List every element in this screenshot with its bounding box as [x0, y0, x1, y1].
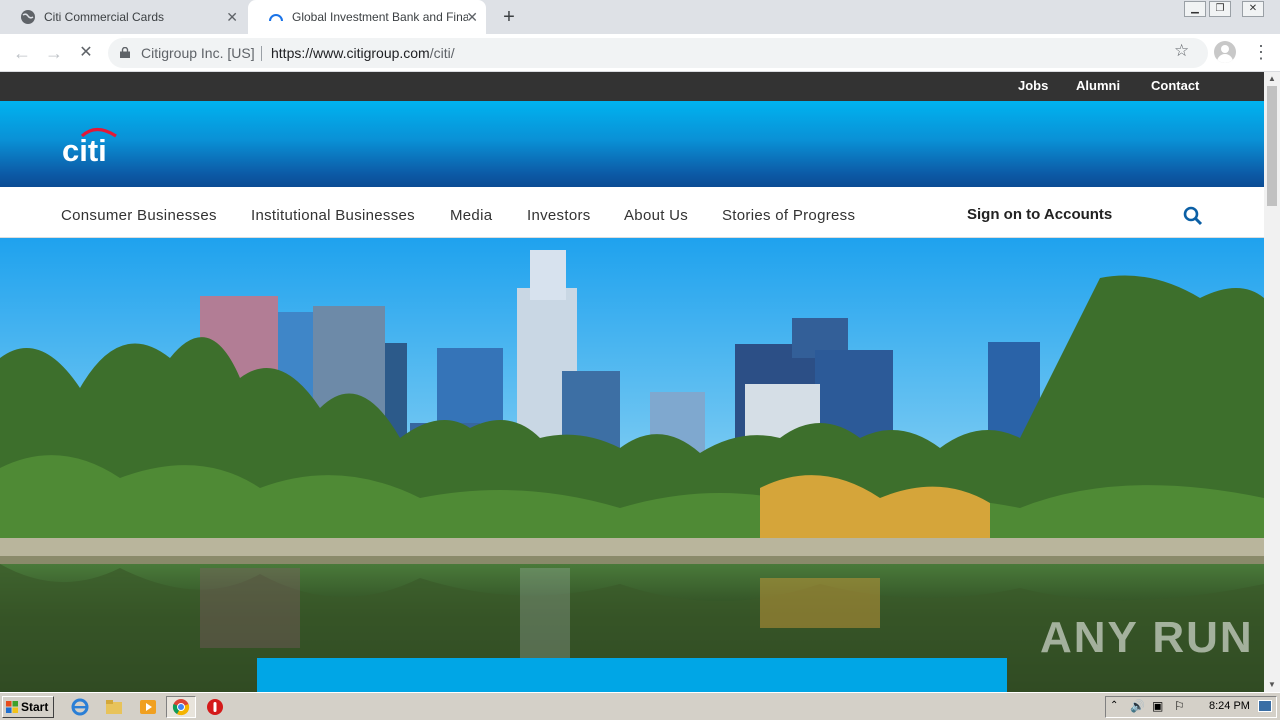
- brand-header: citi: [0, 101, 1264, 187]
- back-button[interactable]: ←: [10, 41, 34, 65]
- internet-explorer-icon[interactable]: [70, 697, 90, 717]
- globe-icon: [21, 10, 35, 24]
- show-desktop-icon[interactable]: [1258, 700, 1272, 712]
- url-host: https://www.citigroup.com: [271, 45, 430, 61]
- tray-expand-icon[interactable]: ⌃: [1110, 700, 1118, 711]
- action-center-flag-icon[interactable]: ⚐: [1174, 699, 1185, 713]
- scroll-up-arrow-icon[interactable]: ▲: [1264, 72, 1280, 86]
- nav-about-us[interactable]: About Us: [624, 207, 688, 224]
- clock[interactable]: 8:24 PM: [1209, 700, 1250, 712]
- nav-institutional-businesses[interactable]: Institutional Businesses: [251, 207, 415, 224]
- nav-stories-of-progress[interactable]: Stories of Progress: [722, 207, 855, 224]
- file-explorer-icon[interactable]: [104, 697, 124, 717]
- tab-global-investment-bank[interactable]: Global Investment Bank and Financial Ser…: [248, 0, 486, 34]
- chrome-icon: [172, 699, 190, 716]
- volume-icon[interactable]: 🔊: [1130, 699, 1145, 713]
- url-text: https://www.citigroup.com/citi/: [271, 38, 455, 68]
- browser-menu-icon[interactable]: ⋮: [1252, 40, 1270, 64]
- nav-consumer-businesses[interactable]: Consumer Businesses: [61, 207, 217, 224]
- utility-bar: Jobs Alumni Contact: [0, 72, 1264, 101]
- restore-window-button[interactable]: ❐: [1209, 1, 1231, 17]
- lock-icon: [120, 47, 130, 58]
- tab-title: Global Investment Bank and Financial Ser…: [292, 10, 468, 24]
- media-player-icon[interactable]: [138, 697, 158, 717]
- url-path: /citi/: [429, 45, 455, 61]
- hero-banner-image: ANY RUN: [0, 238, 1264, 692]
- forward-button[interactable]: →: [42, 41, 66, 65]
- chrome-taskbar-button[interactable]: [166, 696, 196, 718]
- anyrun-watermark: ANY RUN: [1040, 613, 1254, 662]
- alumni-link[interactable]: Alumni: [1076, 78, 1120, 93]
- windows-taskbar: Start ⌃ 🔊 ▣ ⚐ 8:24 PM: [0, 692, 1280, 720]
- jobs-link[interactable]: Jobs: [1018, 78, 1048, 93]
- start-label: Start: [21, 700, 49, 714]
- omnibox-divider: [261, 46, 262, 61]
- browser-tab-strip: Citi Commercial Cards ✕ Global Investmen…: [0, 0, 1280, 34]
- web-page: Jobs Alumni Contact citi Consumer Busine…: [0, 72, 1264, 692]
- nav-investors[interactable]: Investors: [527, 207, 591, 224]
- windows-flag-icon: [6, 701, 18, 713]
- system-tray: ⌃ 🔊 ▣ ⚐ 8:24 PM: [1105, 696, 1277, 718]
- minimize-window-button[interactable]: ▁: [1184, 1, 1206, 17]
- sign-on-to-accounts-link[interactable]: Sign on to Accounts: [967, 206, 1112, 223]
- promo-banner[interactable]: [257, 658, 1007, 692]
- close-window-button[interactable]: ✕: [1242, 1, 1264, 17]
- citi-logo[interactable]: citi: [62, 125, 120, 165]
- search-icon[interactable]: [1183, 206, 1203, 226]
- nav-media[interactable]: Media: [450, 207, 492, 224]
- opera-red-icon[interactable]: [205, 697, 225, 717]
- close-tab-icon[interactable]: ✕: [466, 9, 478, 25]
- scroll-down-arrow-icon[interactable]: ▼: [1264, 678, 1280, 692]
- network-icon[interactable]: ▣: [1152, 699, 1163, 713]
- site-identity-label: Citigroup Inc. [US]: [141, 45, 255, 61]
- stop-loading-button[interactable]: ✕: [74, 41, 98, 65]
- bookmark-star-icon[interactable]: ☆: [1174, 41, 1189, 61]
- tab-title: Citi Commercial Cards: [44, 10, 165, 24]
- citi-logo-text: citi: [62, 133, 107, 165]
- new-tab-button[interactable]: +: [498, 6, 520, 28]
- page-scrollbar[interactable]: ▲ ▼: [1264, 72, 1280, 692]
- profile-avatar-icon[interactable]: [1214, 41, 1236, 63]
- contact-link[interactable]: Contact: [1151, 78, 1199, 93]
- address-bar[interactable]: Citigroup Inc. [US] https://www.citigrou…: [108, 38, 1208, 68]
- scrollbar-thumb[interactable]: [1267, 86, 1277, 206]
- main-navigation: Consumer Businesses Institutional Busine…: [0, 187, 1264, 238]
- loading-spinner-icon: [269, 14, 283, 22]
- start-button[interactable]: Start: [2, 696, 54, 718]
- browser-toolbar: ← → ✕ Citigroup Inc. [US] https://www.ci…: [0, 34, 1280, 72]
- tab-citi-commercial-cards[interactable]: Citi Commercial Cards ✕: [0, 0, 246, 34]
- close-tab-icon[interactable]: ✕: [226, 9, 238, 25]
